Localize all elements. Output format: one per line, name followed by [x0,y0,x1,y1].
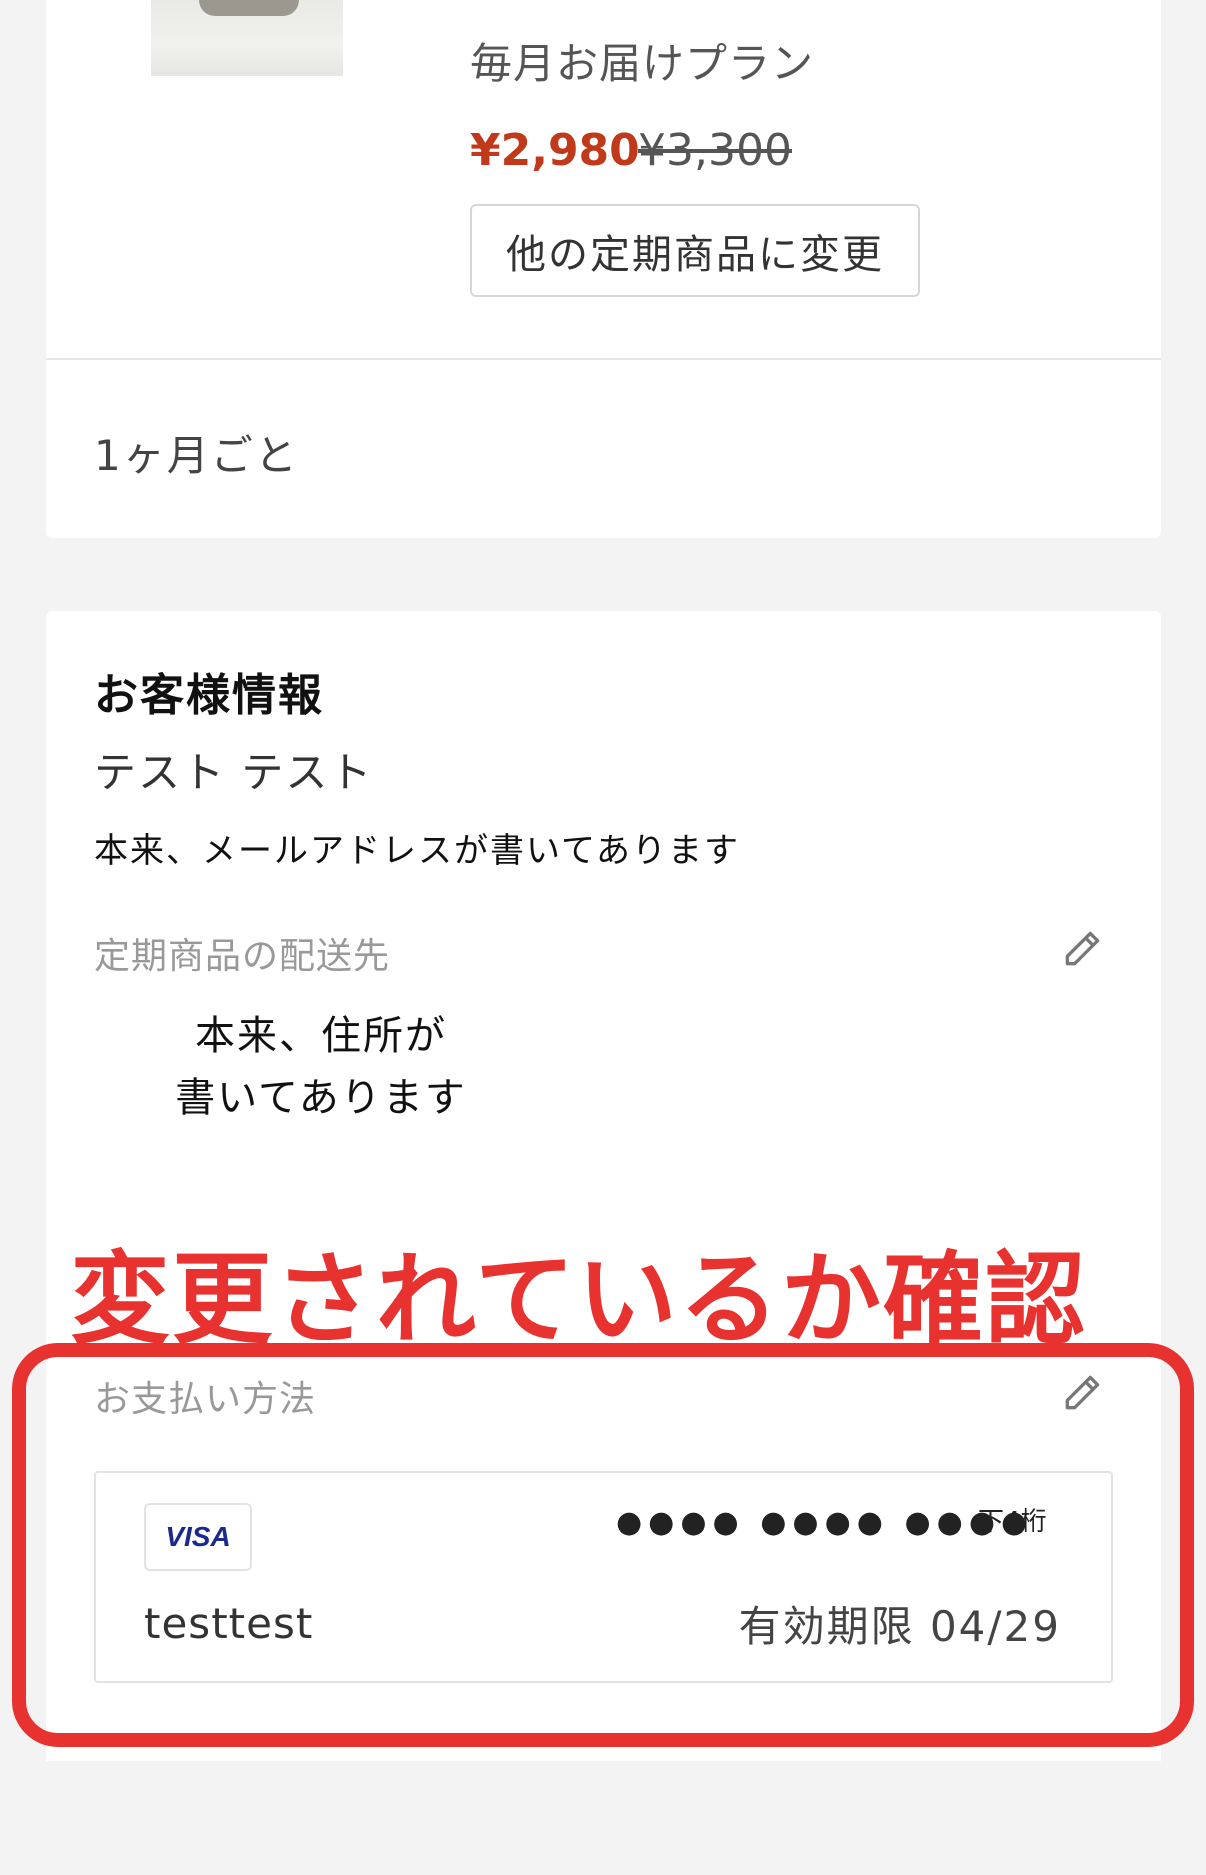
delivery-cycle[interactable]: 1ヶ月ごと [94,422,299,483]
edit-shipping-pencil-icon[interactable] [1060,927,1104,971]
plan-name: 毎月お届けプラン [470,39,815,88]
shipping-label: 定期商品の配送先 [94,936,391,977]
subscription-detail-page: 毎月お届けプラン ¥2,980 ¥3,300 他の定期商品に変更 1ヶ月ごと お… [0,0,1206,1875]
section-title: お客様情報 [94,670,324,721]
change-product-button[interactable]: 他の定期商品に変更 [470,204,920,297]
price-original: ¥3,300 [638,125,792,176]
annotation-highlight-box [12,1343,1194,1747]
address-line: 書いてあります [175,1075,467,1121]
customer-email: 本来、メールアドレスが書いてあります [94,831,740,871]
address-line: 本来、住所が [195,1013,447,1059]
product-image [151,0,343,76]
customer-name: テスト テスト [94,748,374,797]
product-card: 毎月お届けプラン ¥2,980 ¥3,300 他の定期商品に変更 1ヶ月ごと [46,0,1161,538]
divider [46,358,1161,360]
price-current: ¥2,980 [470,125,640,176]
shipping-address: 本来、住所が 書いてあります [156,1005,486,1129]
annotation-text: 変更されているか確認 [70,1241,1087,1358]
